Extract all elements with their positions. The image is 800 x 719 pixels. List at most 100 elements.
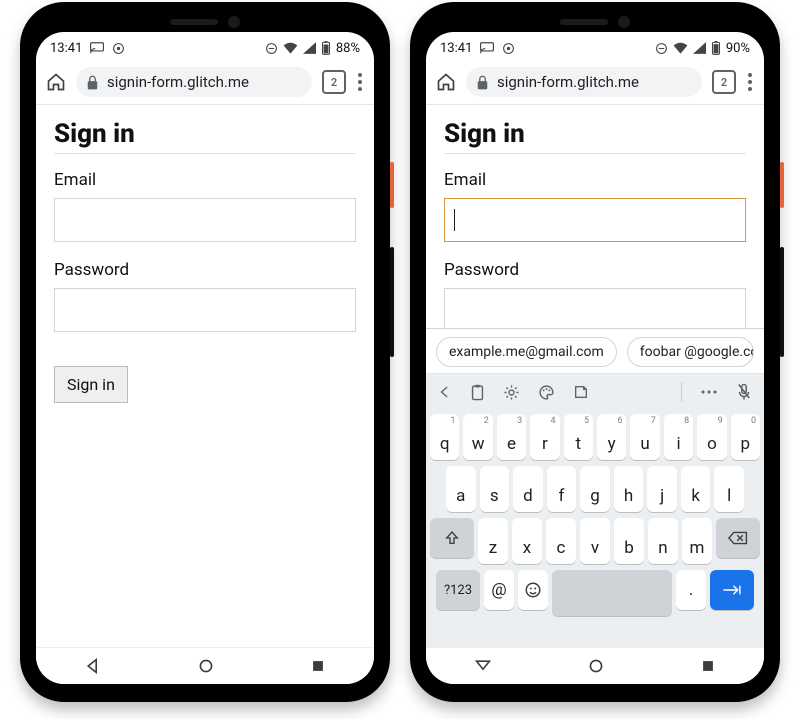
key-q[interactable]: q1 [430, 414, 459, 460]
key-z[interactable]: z [478, 518, 508, 564]
key-k[interactable]: k [681, 466, 711, 512]
url-bar[interactable]: signin-form.glitch.me [466, 67, 702, 97]
key-w[interactable]: w2 [463, 414, 492, 460]
phone-screen: 13:41 [36, 32, 374, 684]
email-field[interactable] [444, 198, 746, 242]
key-v[interactable]: v [580, 518, 610, 564]
home-icon[interactable] [46, 72, 66, 92]
more-icon[interactable] [700, 389, 718, 395]
password-field[interactable] [54, 288, 356, 332]
password-label: Password [54, 260, 356, 280]
nav-home-icon[interactable] [588, 658, 604, 674]
key-row-2: asdfghjkl [430, 466, 760, 512]
key-row-3: zxcvbnm [430, 518, 760, 564]
nav-home-icon[interactable] [198, 658, 214, 674]
browser-menu-icon[interactable] [356, 73, 364, 91]
page-content: Sign in Email Password Sign in [36, 105, 374, 647]
android-nav-bar [36, 647, 374, 684]
key-m[interactable]: m [682, 518, 712, 564]
key-l[interactable]: l [714, 466, 744, 512]
email-label: Email [444, 170, 746, 190]
key-d[interactable]: d [513, 466, 543, 512]
tab-switcher[interactable]: 2 [712, 70, 736, 94]
screenshot-icon [502, 42, 515, 55]
screenshot-icon [112, 42, 125, 55]
key-e[interactable]: e3 [497, 414, 526, 460]
url-bar[interactable]: signin-form.glitch.me [76, 67, 312, 97]
key-j[interactable]: j [647, 466, 677, 512]
clipboard-icon[interactable] [470, 384, 485, 401]
battery-icon [711, 41, 721, 55]
signal-icon [693, 42, 706, 54]
browser-toolbar: signin-form.glitch.me 2 [36, 60, 374, 105]
speaker-grille [560, 19, 608, 25]
key-o[interactable]: o9 [697, 414, 726, 460]
autofill-chip[interactable]: example.me@gmail.com [436, 337, 617, 367]
autofill-suggestions: example.me@gmail.com foobar @google.co [426, 329, 764, 374]
kbd-back-icon[interactable] [438, 385, 452, 399]
status-time: 13:41 [440, 41, 472, 56]
status-battery-pct: 88% [336, 41, 360, 56]
nav-back-icon[interactable] [85, 658, 101, 674]
mic-off-icon[interactable] [736, 383, 752, 401]
key-g[interactable]: g [580, 466, 610, 512]
key-h[interactable]: h [614, 466, 644, 512]
status-time: 13:41 [50, 41, 82, 56]
front-camera [228, 16, 240, 28]
phone-notch [170, 16, 240, 28]
keyboard-keys: q1w2e3r4t5y6u7i8o9p0 asdfghjkl zxcvbnm [426, 410, 764, 624]
sticker-icon[interactable] [573, 384, 589, 400]
status-bar: 13:41 [36, 32, 374, 60]
key-u[interactable]: u7 [630, 414, 659, 460]
email-label: Email [54, 170, 356, 190]
key-r[interactable]: r4 [530, 414, 559, 460]
nav-recents-icon[interactable] [311, 659, 325, 673]
gear-icon[interactable] [503, 384, 520, 401]
nav-recents-icon[interactable] [701, 659, 715, 673]
key-a[interactable]: a [446, 466, 476, 512]
password-field[interactable] [444, 288, 746, 332]
home-icon[interactable] [436, 72, 456, 92]
tab-switcher[interactable]: 2 [322, 70, 346, 94]
android-nav-bar [426, 647, 764, 684]
browser-menu-icon[interactable] [746, 73, 754, 91]
symbols-key[interactable]: ?123 [436, 570, 480, 610]
key-t[interactable]: t5 [564, 414, 593, 460]
key-y[interactable]: y6 [597, 414, 626, 460]
at-key[interactable]: @ [484, 570, 514, 610]
backspace-key[interactable] [716, 518, 760, 558]
nav-hide-keyboard-icon[interactable] [475, 659, 491, 673]
page-title: Sign in [54, 119, 356, 149]
cast-icon [480, 42, 494, 54]
key-c[interactable]: c [546, 518, 576, 564]
autofill-chip[interactable]: foobar @google.co [627, 337, 754, 367]
key-f[interactable]: f [547, 466, 577, 512]
front-camera [618, 16, 630, 28]
key-n[interactable]: n [648, 518, 678, 564]
soft-keyboard: example.me@gmail.com foobar @google.co [426, 328, 764, 647]
divider [444, 153, 746, 154]
period-key[interactable]: . [676, 570, 706, 610]
lock-icon [476, 75, 489, 90]
key-row-4: ?123 @ . [430, 570, 760, 616]
key-p[interactable]: p0 [731, 414, 760, 460]
page-content: Sign in Email Password Sign in example.m… [426, 105, 764, 647]
wifi-icon [283, 42, 298, 54]
browser-toolbar: signin-form.glitch.me 2 [426, 60, 764, 105]
text-caret [454, 209, 455, 231]
emoji-key[interactable] [518, 570, 548, 610]
sign-in-button[interactable]: Sign in [54, 366, 128, 403]
key-i[interactable]: i8 [664, 414, 693, 460]
battery-icon [321, 41, 331, 55]
email-field[interactable] [54, 198, 356, 242]
phone-screen: 13:41 [426, 32, 764, 684]
shift-key[interactable] [430, 518, 474, 558]
enter-key[interactable] [710, 570, 754, 610]
spacebar-key[interactable] [552, 570, 672, 616]
signal-icon [303, 42, 316, 54]
key-b[interactable]: b [614, 518, 644, 564]
key-s[interactable]: s [480, 466, 510, 512]
palette-icon[interactable] [538, 384, 555, 401]
key-x[interactable]: x [512, 518, 542, 564]
url-text: signin-form.glitch.me [497, 73, 639, 91]
